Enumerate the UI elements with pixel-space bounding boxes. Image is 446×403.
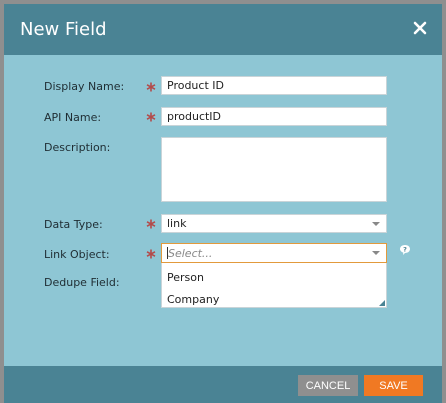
link-object-placeholder: Select... [168,247,213,260]
chevron-down-icon [372,251,380,255]
display-name-field[interactable]: Product ID [161,76,387,95]
display-name-label: Display Name: [44,80,125,93]
description-label: Description: [44,141,111,154]
required-asterisk-icon [146,112,156,122]
dialog-title: New Field [20,19,107,40]
dropdown-option-company[interactable]: Company [167,293,219,306]
required-asterisk-icon [146,249,156,259]
chevron-down-icon [372,222,380,226]
dedupe-field-label: Dedupe Field: [44,276,120,289]
link-object-label: Link Object: [44,248,110,261]
new-field-dialog: New Field Display Name: Product ID API N… [4,4,442,403]
text-cursor [167,247,168,259]
required-asterisk-icon [146,82,156,92]
link-object-select[interactable]: Select... [161,243,387,263]
save-button[interactable]: SAVE [364,375,423,396]
data-type-select[interactable]: link [161,214,387,233]
data-type-label: Data Type: [44,218,103,231]
api-name-field[interactable]: productID [161,107,387,126]
question-bubble-icon[interactable]: ? [399,244,411,256]
resize-grip-icon[interactable] [379,300,385,306]
description-textarea[interactable] [161,137,387,202]
data-type-value: link [167,217,187,230]
api-name-label: API Name: [44,111,102,124]
dialog-header: New Field [4,4,442,55]
cancel-button[interactable]: CANCEL [298,375,358,396]
close-icon[interactable] [412,20,428,36]
dropdown-option-person[interactable]: Person [167,271,204,284]
required-asterisk-icon [146,219,156,229]
svg-text:?: ? [403,246,407,254]
link-object-dropdown: Person Company [161,263,387,308]
